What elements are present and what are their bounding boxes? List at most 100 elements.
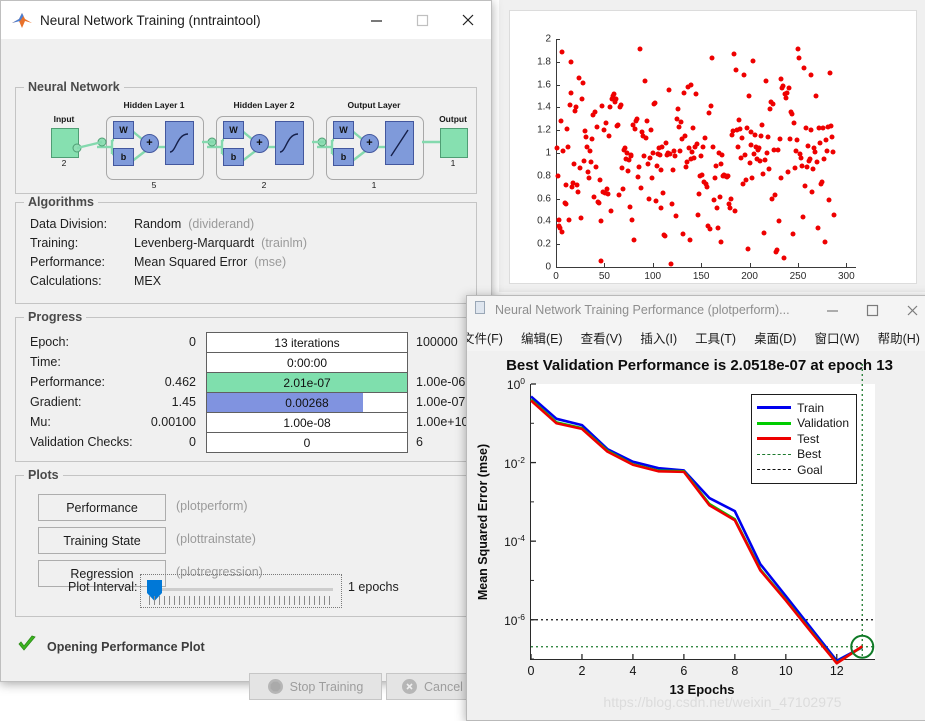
- maximize-icon[interactable]: [852, 296, 892, 324]
- desktop-background: 0 0.2 0.4 0.6 0.8 1 1.2 1.4 1.6 1.8 2 0 50 100 150 200 2…: [0, 0, 925, 721]
- menu-item[interactable]: 桌面(D): [745, 326, 805, 349]
- close-icon[interactable]: [892, 296, 925, 324]
- nntraintool-title: Neural Network Training (nntraintool): [40, 12, 261, 28]
- performance-window-controls[interactable]: [812, 296, 925, 324]
- scatter-point: [759, 122, 765, 127]
- menu-item[interactable]: 工具(T): [686, 326, 745, 349]
- menu-item[interactable]: 帮助(H): [869, 326, 925, 349]
- scatter-point: [694, 141, 700, 147]
- scatter-point: [805, 143, 811, 149]
- scatter-point: [819, 179, 825, 184]
- legend-swatch: [757, 421, 792, 425]
- progress-max-value: 100000: [416, 335, 458, 349]
- scatter-point: [592, 109, 598, 115]
- progress-min-value: 0.00100: [150, 415, 196, 429]
- scatter-point: [580, 80, 586, 86]
- scatter-point: [628, 153, 634, 159]
- stop-training-button[interactable]: Stop Training: [249, 673, 382, 700]
- scatter-point: [587, 148, 593, 154]
- scatter-point: [719, 152, 725, 158]
- nntraintool-window-controls[interactable]: [353, 1, 491, 39]
- scatter-point: [615, 122, 621, 127]
- scatter-point: [718, 239, 724, 245]
- menu-item[interactable]: 编辑(E): [512, 326, 572, 349]
- scatter-point: [775, 147, 781, 153]
- scatter-point: [687, 237, 693, 243]
- slider-track[interactable]: [149, 588, 333, 591]
- scatter-point: [736, 117, 742, 123]
- progress-label: Gradient:: [30, 395, 82, 409]
- algorithm-value: Levenberg-Marquardt (trainlm): [134, 236, 307, 250]
- minimize-icon[interactable]: [812, 296, 852, 324]
- scatter-point: [666, 87, 672, 93]
- algorithm-key: Calculations:: [30, 274, 102, 288]
- green-check-icon: [17, 635, 37, 658]
- scatter-point: [597, 177, 603, 183]
- scatter-point: [725, 173, 731, 179]
- y-tick-label: 10-2: [504, 454, 525, 471]
- scatter-point: [641, 153, 647, 159]
- progress-min-value: 0: [189, 435, 196, 449]
- scatter-point: [652, 100, 658, 106]
- plot-button[interactable]: Performance: [38, 494, 166, 521]
- scatter-point: [594, 124, 600, 130]
- scatter-point: [669, 201, 675, 207]
- scatter-point: [695, 212, 701, 218]
- progress-bar-value: 1.00e-08: [283, 415, 331, 430]
- menu-item[interactable]: 插入(I): [631, 326, 686, 349]
- scatter-point: [826, 197, 832, 203]
- legend-row: Best: [757, 447, 849, 463]
- plot-interval-slider[interactable]: [140, 574, 342, 608]
- scatter-point: [647, 155, 653, 161]
- neural-network-diagram: Input 2 Hidden Layer 1 5 Wb + Hidden Layer 22W…: [28, 96, 468, 190]
- scatter-point: [824, 148, 830, 154]
- progress-label: Mu:: [30, 415, 51, 429]
- scatter-point: [781, 255, 787, 261]
- scatter-point: [711, 197, 717, 203]
- scatter-point: [784, 90, 790, 96]
- nntraintool-window[interactable]: Neural Network Training (nntraintool) Ne…: [0, 0, 492, 700]
- algorithm-function: (mse): [254, 255, 287, 269]
- performance-window-menubar[interactable]: 文件(F)编辑(E)查看(V)插入(I)工具(T)桌面(D)窗口(W)帮助(H): [467, 324, 925, 352]
- minimize-icon[interactable]: [353, 1, 399, 39]
- scatter-point: [670, 167, 676, 173]
- scatter-point: [709, 55, 715, 61]
- scatter-plot-figure: 0 0.2 0.4 0.6 0.8 1 1.2 1.4 1.6 1.8 2 0 50 100 150 200 2…: [499, 0, 925, 292]
- performance-window-titlebar[interactable]: Neural Network Training Performance (plo…: [467, 296, 925, 325]
- menu-item[interactable]: 窗口(W): [805, 326, 868, 349]
- scatter-point: [645, 161, 651, 167]
- scatter-point: [588, 159, 594, 165]
- nntraintool-titlebar[interactable]: Neural Network Training (nntraintool): [1, 1, 491, 40]
- x-tick-label: 6: [680, 664, 688, 678]
- scatter-point: [646, 196, 652, 202]
- performance-window-title: Neural Network Training Performance (plo…: [495, 303, 790, 317]
- scatter-point: [611, 91, 617, 97]
- scatter-point: [560, 148, 566, 154]
- menu-item[interactable]: 文件(F): [467, 326, 512, 349]
- maximize-icon[interactable]: [399, 1, 445, 39]
- scatter-point: [627, 204, 633, 210]
- scatter-point: [579, 96, 585, 102]
- legend-swatch: [757, 406, 792, 410]
- scatter-point: [795, 46, 801, 52]
- plot-interval-value: 1 epochs: [348, 580, 399, 594]
- slider-ticks: [149, 596, 333, 605]
- close-icon[interactable]: [445, 1, 491, 39]
- scatter-point: [747, 160, 753, 166]
- scatter-point: [649, 175, 655, 181]
- scatter-point: [699, 172, 705, 178]
- scatter-point: [682, 133, 688, 139]
- menu-item[interactable]: 查看(V): [572, 326, 632, 349]
- scatter-point: [702, 135, 708, 141]
- scatter-point: [660, 190, 666, 196]
- progress-max-value: 1.00e+10: [416, 415, 469, 429]
- scatter-point: [659, 144, 665, 150]
- plot-button[interactable]: Training State: [38, 527, 166, 554]
- progress-bar: 0: [206, 432, 408, 453]
- scatter-point: [829, 134, 835, 140]
- scatter-point: [593, 164, 599, 170]
- performance-plot-window[interactable]: Neural Network Training Performance (plo…: [466, 295, 925, 721]
- scatter-point: [583, 134, 589, 140]
- nn-output-box: [440, 128, 468, 158]
- algorithm-function: (dividerand): [188, 217, 255, 231]
